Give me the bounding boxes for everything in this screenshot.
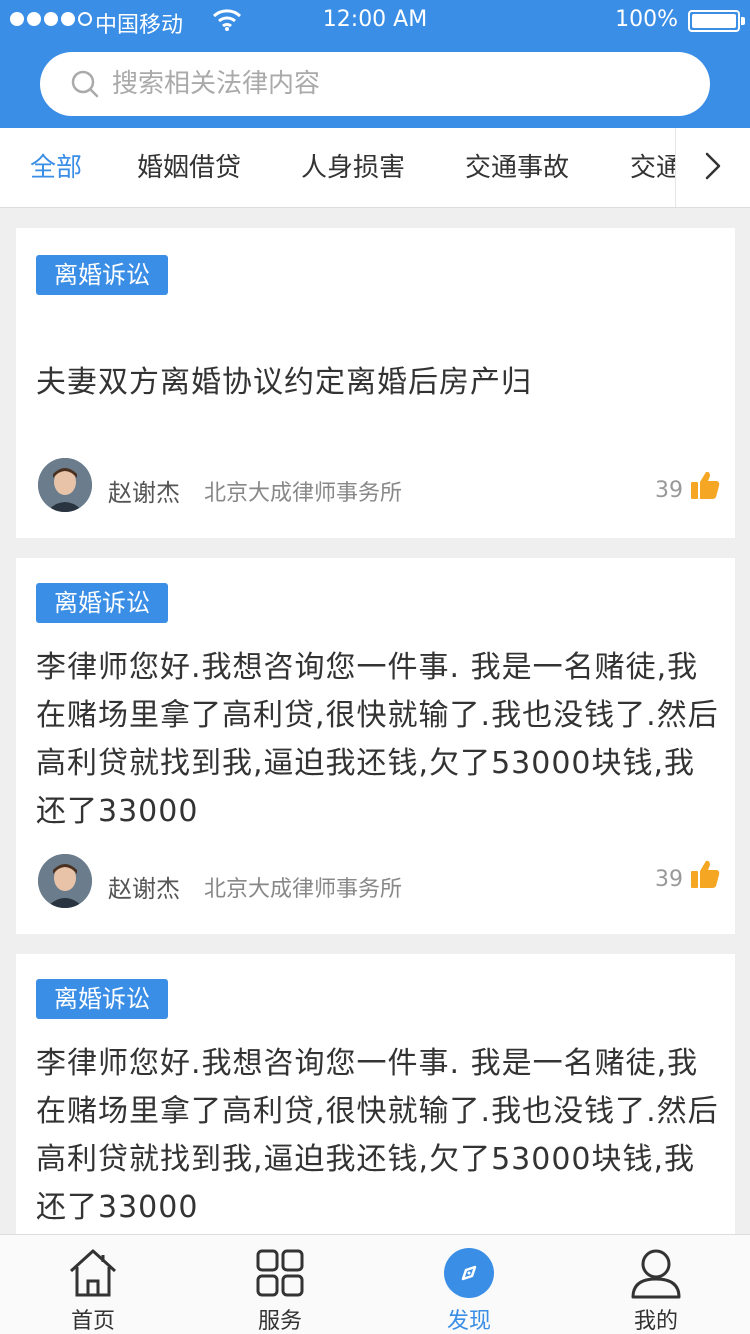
avatar	[38, 458, 92, 512]
nav-label: 我的	[633, 1309, 678, 1334]
user-icon	[630, 1247, 682, 1299]
nav-label: 服务	[257, 1309, 302, 1334]
status-bar: 中国移动 12:00 AM 100%	[0, 0, 750, 40]
post-text: 李律师您好.我想咨询您一件事. 我是一名赌徒,我在赌场里拿了高利贷,很快就输了.…	[36, 1046, 719, 1225]
grid-icon	[254, 1247, 306, 1299]
category-tag: 离婚诉讼	[36, 255, 168, 295]
more-tabs-button[interactable]	[675, 128, 750, 207]
search-input[interactable]	[112, 52, 672, 116]
law-firm: 北京大成律师事务所	[204, 877, 403, 902]
bottom-nav: 首页 服务 发现 我的	[0, 1234, 750, 1334]
tab-traffic-accident[interactable]: 交通事故	[465, 128, 569, 207]
battery-icon	[688, 10, 745, 32]
category-tag: 离婚诉讼	[36, 979, 168, 1019]
like-count: 39	[655, 478, 683, 503]
category-tabs: 全部 婚姻借贷 人身损害 交通事故 交通	[0, 128, 750, 208]
battery-percent: 100%	[615, 7, 678, 32]
nav-home[interactable]: 首页	[33, 1235, 153, 1334]
post-text: 李律师您好.我想咨询您一件事. 我是一名赌徒,我在赌场里拿了高利贷,很快就输了.…	[36, 650, 719, 829]
tab-marriage-loan[interactable]: 婚姻借贷	[137, 128, 241, 207]
header: 中国移动 12:00 AM 100%	[0, 0, 750, 128]
post-card[interactable]: 离婚诉讼 李律师您好.我想咨询您一件事. 我是一名赌徒,我在赌场里拿了高利贷,很…	[16, 954, 735, 1234]
search-bar[interactable]	[40, 52, 710, 116]
nav-discover[interactable]: 发现	[409, 1235, 529, 1334]
tab-all[interactable]: 全部	[30, 128, 82, 207]
thumbs-up-icon[interactable]	[689, 858, 721, 894]
post-card[interactable]: 离婚诉讼 李律师您好.我想咨询您一件事. 我是一名赌徒,我在赌场里拿了高利贷,很…	[16, 558, 735, 934]
tab-personal-injury[interactable]: 人身损害	[301, 128, 405, 207]
law-firm: 北京大成律师事务所	[204, 481, 403, 506]
author-name: 赵谢杰	[108, 875, 180, 903]
like-count: 39	[655, 867, 683, 892]
chevron-right-icon	[704, 151, 722, 185]
nav-label: 首页	[70, 1309, 115, 1334]
compass-icon	[443, 1247, 495, 1299]
author-name: 赵谢杰	[108, 479, 180, 507]
avatar	[38, 854, 92, 908]
category-tag: 离婚诉讼	[36, 583, 168, 623]
search-icon	[70, 69, 100, 103]
nav-services[interactable]: 服务	[220, 1235, 340, 1334]
home-icon	[67, 1247, 119, 1299]
nav-label: 发现	[446, 1309, 491, 1334]
post-text: 夫妻双方离婚协议约定离婚后房产归	[36, 365, 532, 400]
post-card[interactable]: 离婚诉讼 夫妻双方离婚协议约定离婚后房产归 赵谢杰 北京大成律师事务所 39	[16, 228, 735, 538]
thumbs-up-icon[interactable]	[689, 469, 721, 505]
nav-me[interactable]: 我的	[596, 1235, 716, 1334]
